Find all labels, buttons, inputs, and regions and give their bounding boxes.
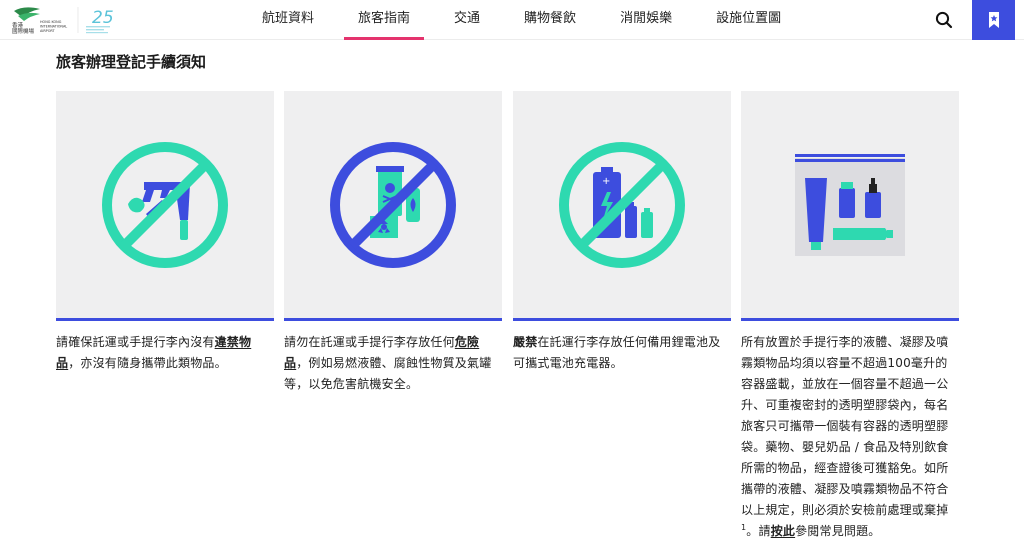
card-text-part: 請勿在託運或手提行李存放任何 bbox=[284, 335, 455, 349]
search-icon bbox=[935, 11, 953, 29]
logo-en-line1: HONG KONG bbox=[40, 20, 62, 24]
card-prohibited-items: 請確保託運或手提行李內沒有違禁物品，亦沒有隨身攜帶此類物品。 bbox=[56, 91, 274, 374]
logo-en-line3: AIRPORT bbox=[40, 29, 55, 33]
card-text-part: ，亦沒有隨身攜帶此類物品。 bbox=[68, 356, 227, 370]
no-batteries-icon: + bbox=[559, 141, 685, 268]
card-image bbox=[284, 91, 502, 321]
card-description: 請勿在託運或手提行李存放任何危險品，例如易燃液體、腐蝕性物質及氣罐等，以免危害航… bbox=[284, 332, 502, 395]
card-text-emphasis: 嚴禁 bbox=[513, 335, 538, 349]
card-text-part: 請確保託運或手提行李內沒有 bbox=[56, 335, 215, 349]
search-button[interactable] bbox=[930, 6, 958, 34]
card-text-part: 所有放置於手提行李的液體、凝膠及噴霧類物品均須以容量不超過100毫升的容器盛載，… bbox=[741, 335, 949, 517]
card-dangerous-goods: 請勿在託運或手提行李存放任何危險品，例如易燃液體、腐蝕性物質及氣罐等，以免危害航… bbox=[284, 91, 502, 395]
no-dangerous-goods-icon bbox=[330, 141, 456, 268]
bookmark-button[interactable] bbox=[972, 0, 1015, 40]
svg-text:+: + bbox=[602, 176, 610, 187]
nav-item-4[interactable]: 消閒娛樂 bbox=[606, 0, 686, 40]
top-navigation-bar: 香港 國際機場 HONG KONG INTERNATIONAL AIRPORT … bbox=[0, 0, 1024, 40]
card-image bbox=[56, 91, 274, 321]
card-description: 請確保託運或手提行李內沒有違禁物品，亦沒有隨身攜帶此類物品。 bbox=[56, 332, 274, 374]
card-image bbox=[741, 91, 959, 321]
liquids-bag-icon bbox=[795, 153, 905, 256]
anniversary-number: 25 bbox=[92, 8, 114, 28]
faq-link[interactable]: 按此 bbox=[771, 524, 795, 538]
bookmark-icon bbox=[988, 12, 999, 28]
hkia-25th-logo: 香港 國際機場 HONG KONG INTERNATIONAL AIRPORT … bbox=[12, 7, 114, 35]
logo-en-line2: INTERNATIONAL bbox=[40, 25, 67, 29]
card-text-part: 。請 bbox=[746, 524, 771, 538]
logo-cn-line2: 國際機場 bbox=[12, 27, 35, 35]
nav-item-1[interactable]: 旅客指南 bbox=[344, 0, 425, 40]
nav-item-3[interactable]: 購物餐飲 bbox=[510, 0, 590, 40]
card-lithium-batteries: + 嚴禁在託運行李存放任何備用鋰電池及可攜式電池充電器。 bbox=[513, 91, 731, 374]
card-description: 嚴禁在託運行李存放任何備用鋰電池及可攜式電池充電器。 bbox=[513, 332, 731, 374]
page-title: 旅客辦理登記手續須知 bbox=[56, 53, 207, 71]
nav-item-2[interactable]: 交通 bbox=[440, 0, 494, 40]
card-text-part: ，例如易燃液體、腐蝕性物質及氣罐等，以免危害航機安全。 bbox=[284, 356, 492, 391]
main-nav: 航班資料 旅客指南 交通 購物餐飲 消閒娛樂 設施位置圖 bbox=[248, 0, 811, 40]
card-description: 所有放置於手提行李的液體、凝膠及噴霧類物品均須以容量不超過100毫升的容器盛載，… bbox=[741, 332, 959, 539]
airport-logo[interactable]: 香港 國際機場 HONG KONG INTERNATIONAL AIRPORT … bbox=[10, 3, 128, 37]
card-liquids-gels: 所有放置於手提行李的液體、凝膠及噴霧類物品均須以容量不超過100毫升的容器盛載，… bbox=[741, 91, 959, 539]
nav-item-5[interactable]: 設施位置圖 bbox=[702, 0, 795, 40]
card-image: + bbox=[513, 91, 731, 321]
card-text-part: 在託運行李存放任何備用鋰電池及可攜式電池充電器。 bbox=[513, 335, 721, 370]
logo-cn-line1: 香港 bbox=[12, 21, 24, 29]
card-text-part: 參閱常見問題。 bbox=[795, 524, 881, 538]
nav-item-0[interactable]: 航班資料 bbox=[248, 0, 328, 40]
no-weapons-icon bbox=[102, 141, 228, 268]
